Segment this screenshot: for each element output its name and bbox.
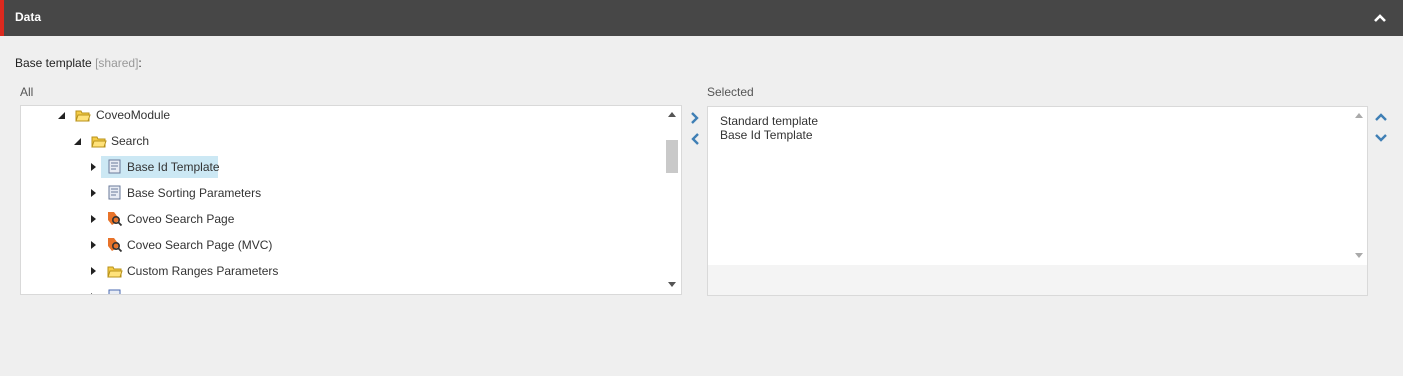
tree-item-label[interactable]: Coveo Search Page (MVC) bbox=[123, 234, 276, 256]
folder-icon bbox=[75, 110, 91, 122]
folder-icon bbox=[91, 136, 107, 148]
collapsed-triangle-icon[interactable] bbox=[89, 208, 99, 230]
all-tree[interactable]: CoveoModule Search Base Id Template Base… bbox=[20, 105, 682, 295]
coveo-search-icon bbox=[108, 238, 123, 253]
selected-item[interactable]: Base Id Template bbox=[720, 128, 813, 142]
coveo-search-icon bbox=[108, 212, 123, 227]
collapsed-triangle-icon[interactable] bbox=[89, 156, 99, 178]
collapsed-triangle-icon[interactable] bbox=[89, 260, 99, 282]
expanded-triangle-icon[interactable] bbox=[73, 130, 83, 152]
selected-label: Selected bbox=[707, 85, 754, 99]
selected-item[interactable]: Standard template bbox=[720, 114, 818, 128]
expanded-triangle-icon[interactable] bbox=[57, 105, 67, 126]
collapsed-triangle-icon[interactable] bbox=[89, 234, 99, 256]
field-colon: : bbox=[138, 56, 142, 70]
tree-scrollbar[interactable] bbox=[664, 106, 680, 293]
scroll-up-arrow-icon[interactable] bbox=[668, 111, 676, 117]
field-name: Base template bbox=[15, 56, 92, 70]
field-label: Base template [shared]: bbox=[15, 56, 142, 70]
selected-scrollbar[interactable] bbox=[1351, 107, 1367, 265]
folder-icon bbox=[107, 266, 123, 278]
tree-item-label[interactable]: Search bbox=[107, 130, 153, 152]
tree-item-label[interactable]: Base Sorting Parameters bbox=[123, 182, 265, 204]
scrollbar-thumb[interactable] bbox=[666, 140, 678, 173]
tree-item-label[interactable]: CoveoModule bbox=[92, 106, 174, 126]
template-icon bbox=[108, 185, 121, 200]
move-up-button[interactable] bbox=[1374, 110, 1388, 124]
header-accent bbox=[0, 0, 4, 36]
add-to-selected-button[interactable] bbox=[688, 111, 702, 125]
template-icon bbox=[108, 289, 121, 294]
selected-list[interactable]: Standard template Base Id Template bbox=[708, 107, 1351, 265]
scroll-up-arrow-icon[interactable] bbox=[1355, 112, 1363, 118]
tree-item-label[interactable]: Coveo Search Page bbox=[123, 208, 238, 230]
scroll-down-arrow-icon[interactable] bbox=[1355, 253, 1363, 259]
collapsed-triangle-icon[interactable] bbox=[89, 286, 99, 295]
template-icon bbox=[108, 159, 121, 174]
all-label: All bbox=[20, 85, 34, 99]
remove-from-selected-button[interactable] bbox=[688, 132, 702, 146]
collapsed-triangle-icon[interactable] bbox=[89, 182, 99, 204]
chevron-up-icon[interactable] bbox=[1372, 11, 1388, 25]
tree-item-label[interactable]: Base Id Template bbox=[123, 156, 224, 178]
tree-item-label[interactable]: Custom Ranges Parameters bbox=[123, 260, 282, 282]
scroll-down-arrow-icon[interactable] bbox=[668, 282, 676, 288]
section-title: Data bbox=[15, 10, 42, 24]
shared-tag: [shared] bbox=[95, 56, 139, 70]
section-header[interactable]: Data bbox=[0, 0, 1403, 36]
move-down-button[interactable] bbox=[1374, 131, 1388, 145]
